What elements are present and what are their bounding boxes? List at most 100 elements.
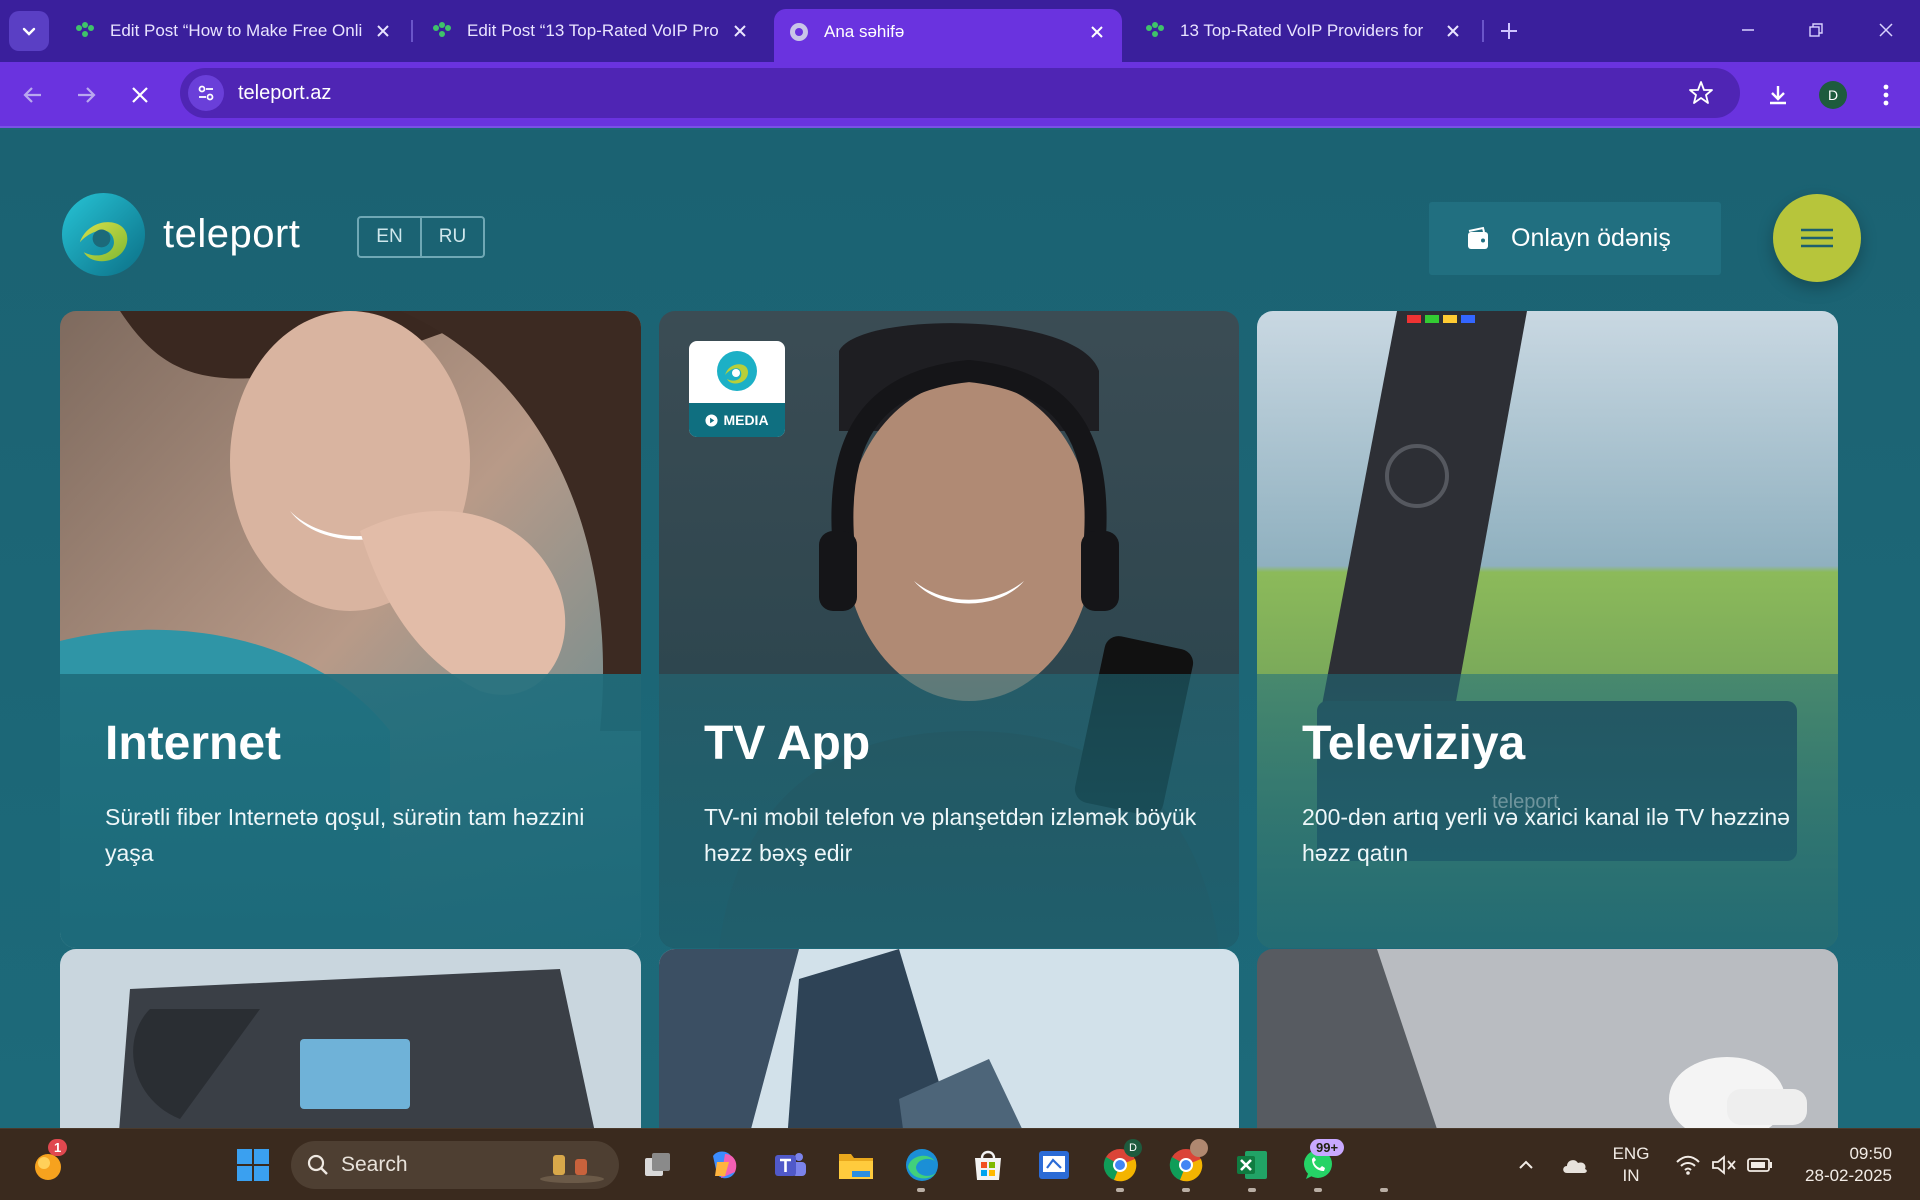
- browser-menu-button[interactable]: [1867, 76, 1905, 114]
- url-text[interactable]: teleport.az: [238, 82, 331, 105]
- show-hidden-icons-button[interactable]: [1504, 1143, 1548, 1187]
- chevron-up-icon: [1519, 1160, 1533, 1169]
- copilot-button[interactable]: [702, 1143, 746, 1187]
- lang-ru-button[interactable]: RU: [420, 218, 483, 256]
- hamburger-icon: [1801, 228, 1833, 248]
- bookmark-star-icon[interactable]: [1688, 80, 1714, 106]
- service-card-business[interactable]: [659, 949, 1239, 1128]
- close-tab-icon[interactable]: [1086, 21, 1108, 43]
- excel-icon: [1237, 1151, 1267, 1179]
- running-indicator: [917, 1188, 925, 1192]
- remote-desktop-button[interactable]: [1032, 1143, 1076, 1187]
- tab-title: Ana səhifə: [824, 21, 905, 41]
- clock-time: 09:50: [1849, 1144, 1892, 1163]
- site-logo[interactable]: teleport: [60, 191, 300, 278]
- teleport-media-logo-icon: [717, 351, 757, 391]
- hamburger-menu-button[interactable]: [1773, 194, 1861, 282]
- service-card-internet[interactable]: Internet Sürətli fiber Internetə qoşul, …: [60, 311, 641, 948]
- tab-separator: [411, 20, 413, 42]
- start-button[interactable]: [231, 1143, 275, 1187]
- minimize-icon: [1742, 29, 1754, 31]
- task-view-button[interactable]: [636, 1143, 680, 1187]
- earbuds-photo: [1257, 949, 1838, 1128]
- tab-ana-sehife[interactable]: Ana səhifə: [774, 9, 1122, 62]
- battery-icon: [1747, 1158, 1772, 1172]
- play-circle-icon: [705, 413, 718, 427]
- logo-text: teleport: [163, 212, 301, 256]
- card-title: TV App: [704, 717, 871, 770]
- microsoft-store-icon: [975, 1150, 1001, 1180]
- wifi-icon: [1676, 1155, 1700, 1175]
- running-indicator: [1314, 1188, 1322, 1192]
- new-tab-button[interactable]: [1494, 16, 1524, 46]
- teleport-logo-icon: [61, 192, 146, 277]
- media-badge: MEDIA: [689, 341, 785, 437]
- tab-search-button[interactable]: [9, 11, 49, 51]
- tab-title: 13 Top-Rated VoIP Providers for: [1180, 21, 1424, 40]
- wallet-icon: [1468, 226, 1488, 249]
- close-window-button[interactable]: [1866, 12, 1906, 48]
- service-card-tv-app[interactable]: MEDIA TV App TV-ni mobil telefon və plan…: [659, 311, 1239, 948]
- lang-en-button[interactable]: EN: [359, 218, 420, 256]
- downloads-button[interactable]: [1759, 76, 1797, 114]
- chrome-profile-badge: D: [1124, 1139, 1142, 1157]
- desk-phone-photo: [60, 949, 641, 1128]
- site-info-icon[interactable]: [188, 75, 224, 111]
- battery-button[interactable]: [1738, 1143, 1782, 1187]
- search-placeholder: Search: [341, 1153, 408, 1176]
- task-view-icon: [645, 1153, 670, 1176]
- teams-button[interactable]: [768, 1143, 812, 1187]
- chevron-down-icon: [22, 27, 36, 36]
- close-tab-icon[interactable]: [729, 20, 751, 42]
- input-language-indicator[interactable]: ENG IN: [1603, 1143, 1659, 1187]
- excel-button[interactable]: [1230, 1143, 1274, 1187]
- copilot-icon: [713, 1151, 737, 1179]
- office-buildings-photo: [659, 949, 1239, 1128]
- running-indicator: [1182, 1188, 1190, 1192]
- service-card-telephony[interactable]: [60, 949, 641, 1128]
- onedrive-button[interactable]: [1553, 1143, 1597, 1187]
- wp-dots-icon: [76, 22, 94, 37]
- stop-loading-button[interactable]: [121, 76, 159, 114]
- notification-badge: 1: [48, 1139, 68, 1156]
- service-card-devices[interactable]: [1257, 949, 1838, 1128]
- teams-icon: [775, 1153, 806, 1176]
- teleport-icon: [790, 22, 808, 41]
- page-content: teleport EN RU Onlayn ödəniş Internet Sü…: [0, 130, 1920, 1128]
- restore-button[interactable]: [1796, 12, 1836, 48]
- close-tab-icon[interactable]: [372, 20, 394, 42]
- minimize-button[interactable]: [1728, 12, 1768, 48]
- tab-title: Edit Post “13 Top-Rated VoIP Providers”: [467, 21, 719, 40]
- service-card-televiziya[interactable]: teleport Televiziya 200-dən artıq yerli …: [1257, 311, 1838, 948]
- whatsapp-unread-badge: 99+: [1310, 1139, 1345, 1156]
- plus-icon: [1501, 23, 1517, 39]
- cloud-icon: [1563, 1160, 1587, 1173]
- online-payment-button[interactable]: Onlayn ödəniş: [1429, 202, 1721, 275]
- edge-icon: [906, 1149, 938, 1181]
- running-indicator: [1380, 1188, 1388, 1192]
- file-explorer-button[interactable]: [834, 1143, 878, 1187]
- card-title: Televiziya: [1302, 717, 1526, 770]
- store-button[interactable]: [966, 1143, 1010, 1187]
- arrow-left-icon: [23, 87, 41, 103]
- clock[interactable]: 09:50 28-02-2025: [1792, 1143, 1892, 1187]
- back-button[interactable]: [14, 76, 52, 114]
- avatar: D: [1819, 81, 1847, 109]
- browser-toolbar: teleport.az D: [0, 62, 1920, 128]
- forward-button[interactable]: [67, 76, 105, 114]
- tab-edit-post-free-calls[interactable]: Edit Post “How to Make Free Online Calls…: [60, 9, 408, 53]
- clock-date: 28-02-2025: [1805, 1166, 1892, 1185]
- tab-edit-post-voip[interactable]: Edit Post “13 Top-Rated VoIP Providers”: [417, 9, 765, 53]
- edge-button[interactable]: [900, 1143, 944, 1187]
- profile-button[interactable]: D: [1814, 76, 1852, 114]
- close-tab-icon[interactable]: [1442, 20, 1464, 42]
- tab-separator: [1482, 20, 1484, 42]
- card-description: TV-ni mobil telefon və planşetdən izləmə…: [704, 804, 1197, 866]
- address-bar[interactable]: teleport.az: [180, 68, 1740, 118]
- chrome-profile-photo-badge: [1190, 1139, 1208, 1157]
- online-payment-label: Onlayn ödəniş: [1511, 224, 1671, 252]
- tab-strip: Edit Post “How to Make Free Online Calls…: [0, 0, 1920, 62]
- tab-voip-providers[interactable]: 13 Top-Rated VoIP Providers for: [1130, 9, 1478, 53]
- card-title: Internet: [105, 717, 282, 770]
- taskbar-search[interactable]: Search: [291, 1141, 619, 1189]
